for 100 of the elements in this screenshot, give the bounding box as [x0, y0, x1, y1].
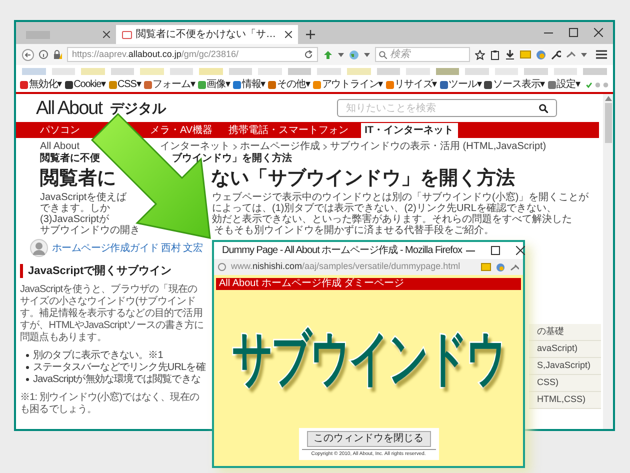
category-tab[interactable]: 携帯電話・スマートフォン — [224, 123, 353, 138]
globe-icon[interactable] — [349, 50, 359, 60]
blurred-bookmark[interactable] — [288, 68, 312, 74]
article-title: 閲覧者に — [40, 168, 116, 190]
category-tab[interactable]: IT・インターネット — [360, 123, 458, 138]
wrench-icon[interactable] — [551, 50, 561, 60]
toolbar-menu[interactable]: 設定▾ — [548, 77, 580, 92]
chevron-icon — [323, 144, 327, 150]
toolbar-menu[interactable]: フォーム▾ — [144, 77, 195, 92]
star-icon[interactable] — [475, 50, 485, 60]
breadcrumb-link[interactable]: ホームページ作成 — [240, 141, 320, 153]
up-arrow-icon[interactable] — [323, 50, 333, 60]
plus-icon[interactable] — [306, 30, 315, 39]
intro-text: ウェブページで表示中のウインドウとは別の「サブウインドウ(小窓)」を開くことが — [212, 192, 589, 203]
close-icon[interactable] — [594, 28, 603, 37]
card-icon[interactable] — [481, 263, 491, 271]
close-icon[interactable] — [516, 246, 526, 255]
toolbar-menu[interactable]: ツール▾ — [440, 77, 482, 92]
close-window-button[interactable]: このウィンドウを閉じる — [306, 430, 430, 446]
breadcrumb-current: ブウインドウ」を開く方法 — [172, 153, 292, 165]
toolbar-menu[interactable]: その他▾ — [268, 77, 310, 92]
address-field[interactable]: https://aaprev.allabout.co.jp/gm/gc/23816/ — [67, 47, 318, 62]
sidebar-link[interactable]: の基礎 — [529, 324, 601, 341]
back-icon[interactable] — [22, 48, 34, 60]
breadcrumb-link[interactable]: All About — [40, 141, 80, 153]
section-heading: JavaScriptで開くサブウイン — [28, 264, 172, 279]
check-icon — [586, 80, 592, 88]
intro-text: JavaScriptを使えば — [40, 192, 127, 203]
toolbar-menu[interactable]: Cookie▾ — [64, 77, 106, 92]
category-tab[interactable]: パソコン — [36, 123, 84, 138]
toolbar-icon — [198, 80, 206, 88]
blurred-bookmark[interactable] — [583, 68, 607, 74]
footnote-line: ※1: 別ウインドウ(小窓)ではなく、現在の — [20, 392, 200, 404]
card-icon[interactable] — [520, 50, 531, 59]
popup-url: www.nishishi.com/aaj/samples/versatile/dummypage.html — [231, 260, 462, 274]
close-icon[interactable] — [103, 31, 110, 38]
info-icon — [218, 263, 226, 271]
toolbar-icon — [108, 80, 117, 88]
author-link[interactable]: ホームページ作成ガイド 西村 文宏 — [52, 240, 202, 256]
lock-warning-icon[interactable] — [53, 50, 62, 59]
toolbar-menu[interactable]: 情報▾ — [232, 77, 266, 92]
search-icon — [539, 104, 548, 112]
toolbar-menu[interactable]: 無効化▾ — [20, 77, 62, 92]
intro-text: 効だと表示できない、といった弊害があります。それらの問題をすべて解決した — [212, 214, 572, 225]
menu-icon[interactable] — [596, 50, 607, 59]
url-text: https://aaprev.allabout.co.jp/gm/gc/23816/ — [72, 48, 240, 61]
list-item: JavaScriptが無効な環境では閲覧できな — [33, 374, 200, 386]
close-icon[interactable] — [285, 31, 292, 38]
intro-text: そもそも別ウインドウを開かずに済ませる代替手段をご紹介。 — [214, 225, 494, 236]
toolbar-icon — [484, 80, 492, 88]
reload-icon[interactable] — [304, 50, 313, 59]
paragraph-line: す。補足情報を表示するなどの目的で活用 — [20, 308, 204, 320]
page-banner: All About ホームページ作成 ダミーページ — [216, 278, 521, 290]
toolbar-menu[interactable]: 画像▾ — [198, 77, 230, 92]
toolbar-icon — [312, 80, 321, 88]
sidebar-link[interactable]: S,JavaScript) — [529, 358, 601, 375]
caret-icon[interactable] — [364, 52, 370, 56]
paragraph-line: すが、HTMLやJavaScriptソースの書き方に — [20, 320, 205, 332]
headline-text: サブウインドウ — [232, 324, 505, 394]
section-name: デジタル — [110, 100, 166, 116]
browser-tab[interactable]: 閲覧者に不便をかけない「サ… — [116, 25, 298, 44]
toolbar-icon — [232, 80, 241, 88]
globe-icon[interactable] — [536, 50, 546, 60]
toolbar-icon — [440, 80, 448, 88]
toolbar-menu[interactable]: ソース表示▾ — [484, 77, 545, 92]
status-dot-icon — [603, 80, 609, 88]
toolbar-menu[interactable]: CSS▾ — [108, 77, 141, 92]
breadcrumb-link[interactable]: サブウインドウの表示・活用 (HTML,JavaScript) — [330, 141, 546, 153]
globe-icon[interactable] — [496, 262, 505, 272]
info-icon[interactable] — [39, 50, 48, 59]
sidebar-link[interactable]: CSS) — [529, 375, 601, 392]
toolbar-icon — [386, 80, 394, 88]
chevron-icon — [233, 144, 237, 150]
sidebar-link[interactable]: avaScript) — [529, 341, 601, 358]
footnote-line: も困るでしょう。 — [20, 404, 98, 416]
article-title: ない「サブウインドウ」を開く方法 — [211, 168, 515, 190]
caret-icon[interactable] — [581, 52, 587, 56]
intro-text: できます。しか — [40, 203, 110, 214]
scroll-up-icon[interactable] — [604, 96, 612, 101]
list-item: 別のタブに表示できない。※1 — [33, 350, 163, 362]
breadcrumb-link[interactable]: インターネット — [160, 141, 230, 153]
scrollbar[interactable] — [603, 94, 613, 429]
toolbar-menu[interactable]: アウトライン▾ — [312, 77, 383, 92]
paragraph-line: サイズの小さなウインドウ(サブウインド — [20, 296, 197, 308]
intro-text: (3)JavaScriptが — [40, 214, 109, 225]
maximize-icon[interactable] — [569, 28, 578, 37]
toolbar-menu[interactable]: リサイズ▾ — [386, 77, 437, 92]
scrollbar-thumb[interactable] — [604, 103, 612, 143]
intro-text: サブウインドウの開き — [40, 225, 140, 236]
sidebar-link[interactable]: HTML,CSS) — [529, 392, 601, 409]
avatar-icon — [30, 239, 48, 257]
site-logo[interactable]: All About — [36, 98, 102, 118]
blurred-bookmark[interactable] — [436, 68, 460, 74]
popup-title: Dummy Page - All About ホームページ作成 - Mozilla Firefox — [222, 244, 462, 258]
maximize-icon[interactable] — [491, 246, 500, 255]
caret-icon[interactable] — [338, 52, 344, 56]
clipboard-icon[interactable] — [490, 50, 500, 60]
tab-title: 閲覧者に不便をかけない「サ… — [136, 28, 276, 42]
category-tab[interactable]: メラ・AV機器 — [146, 123, 217, 138]
download-icon[interactable] — [505, 50, 515, 60]
